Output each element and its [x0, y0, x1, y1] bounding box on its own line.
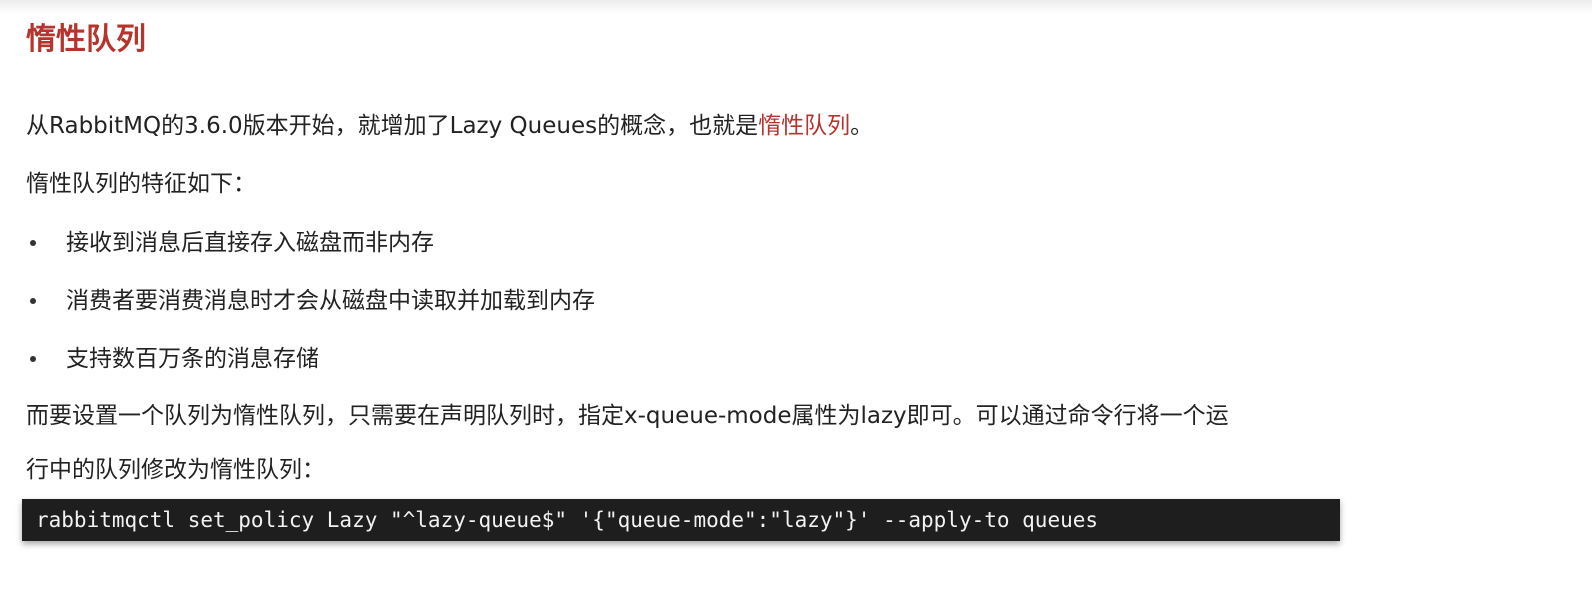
list-item: 消费者要消费消息时才会从磁盘中读取并加载到内存	[26, 283, 595, 341]
setting-line-2: 行中的队列修改为惰性队列：	[26, 457, 325, 483]
intro-paragraph: 从RabbitMQ的3.6.0版本开始，就增加了Lazy Queues的概念，也…	[26, 108, 873, 144]
list-item-text: 接收到消息后直接存入磁盘而非内存	[66, 230, 434, 256]
intro-text: 从RabbitMQ的3.6.0版本开始，就增加了Lazy Queues的概念，也…	[26, 113, 759, 139]
list-item-text: 支持数百万条的消息存储	[66, 346, 319, 372]
intro-end: 。	[850, 113, 874, 139]
list-item: 支持数百万条的消息存储	[26, 341, 595, 399]
feature-list: 接收到消息后直接存入磁盘而非内存 消费者要消费消息时才会从磁盘中读取并加载到内存…	[26, 225, 595, 399]
intro-highlight: 惰性队列	[758, 113, 851, 139]
top-shade	[0, 0, 1592, 14]
bullet-icon	[30, 298, 36, 304]
list-item: 接收到消息后直接存入磁盘而非内存	[26, 225, 595, 283]
list-item-text: 消费者要消费消息时才会从磁盘中读取并加载到内存	[66, 288, 595, 314]
code-block[interactable]: rabbitmqctl set_policy Lazy "^lazy-queue…	[22, 499, 1340, 541]
bullet-icon	[30, 240, 36, 246]
setting-line-1: 而要设置一个队列为惰性队列，只需要在声明队列时，指定x-queue-mode属性…	[26, 403, 1229, 429]
bullet-icon	[30, 356, 36, 362]
features-heading: 惰性队列的特征如下：	[26, 171, 256, 197]
page-title: 惰性队列	[26, 22, 146, 57]
